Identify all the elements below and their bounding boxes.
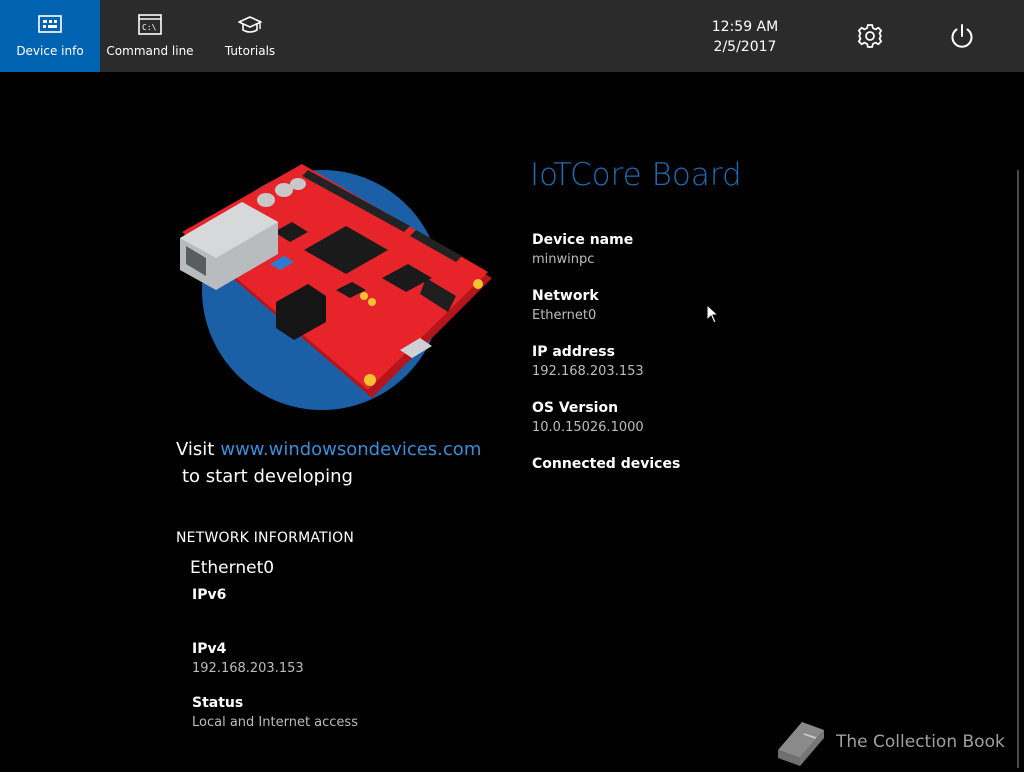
mouse-cursor-icon (706, 304, 720, 324)
watermark: The Collection Book (772, 720, 1024, 768)
board-title: IoTCore Board (530, 157, 742, 193)
svg-text:C:\: C:\ (142, 23, 157, 32)
command-line-icon: C:\ (138, 14, 162, 35)
iot-board-illustration (180, 164, 492, 410)
os-version-value: 10.0.15026.1000 (532, 420, 644, 435)
nav-device-info[interactable]: Device info (0, 0, 100, 72)
nav-command-line[interactable]: C:\ Command line (100, 0, 200, 72)
website-link[interactable]: www.windowsondevices.com (220, 439, 481, 460)
clock: 12:59 AM 2/5/2017 (700, 17, 790, 57)
book-icon (778, 722, 824, 766)
top-bar: Device info C:\ Command line Tutorials 1… (0, 0, 1024, 72)
nav-tutorials[interactable]: Tutorials (200, 0, 300, 72)
graduation-cap-icon (238, 16, 262, 33)
device-name-value: minwinpc (532, 252, 595, 267)
nav-label: Tutorials (224, 44, 276, 58)
vertical-scrollbar[interactable] (1017, 170, 1019, 768)
status-value: Local and Internet access (192, 715, 358, 730)
os-version-label: OS Version (532, 400, 619, 416)
promo-suffix: to start developing (182, 466, 353, 487)
gear-icon (857, 24, 883, 48)
device-name-label: Device name (532, 232, 634, 248)
ipv4-value: 192.168.203.153 (192, 661, 304, 676)
network-value: Ethernet0 (532, 308, 597, 323)
network-label: Network (532, 288, 599, 304)
watermark-text: The Collection Book (836, 732, 1005, 752)
nav-label: Device info (16, 44, 84, 58)
device-info-icon (38, 15, 62, 33)
status-label: Status (192, 695, 244, 711)
power-icon (951, 24, 973, 48)
visit-label: Visit (176, 439, 215, 460)
ip-address-value: 192.168.203.153 (532, 364, 644, 379)
promo-text: Visit www.windowsondevices.com to start d… (176, 436, 481, 490)
ipv6-label: IPv6 (192, 587, 227, 603)
nav-label: Command line (106, 44, 194, 58)
ip-address-label: IP address (532, 344, 615, 360)
clock-date: 2/5/2017 (713, 39, 777, 55)
settings-button[interactable] (852, 18, 888, 54)
clock-time: 12:59 AM (711, 19, 779, 35)
power-button[interactable] (944, 18, 980, 54)
interface-name: Ethernet0 (190, 558, 275, 578)
ipv4-label: IPv4 (192, 641, 227, 657)
network-info-heading: NETWORK INFORMATION (176, 530, 355, 546)
connected-devices-label: Connected devices (532, 456, 681, 472)
